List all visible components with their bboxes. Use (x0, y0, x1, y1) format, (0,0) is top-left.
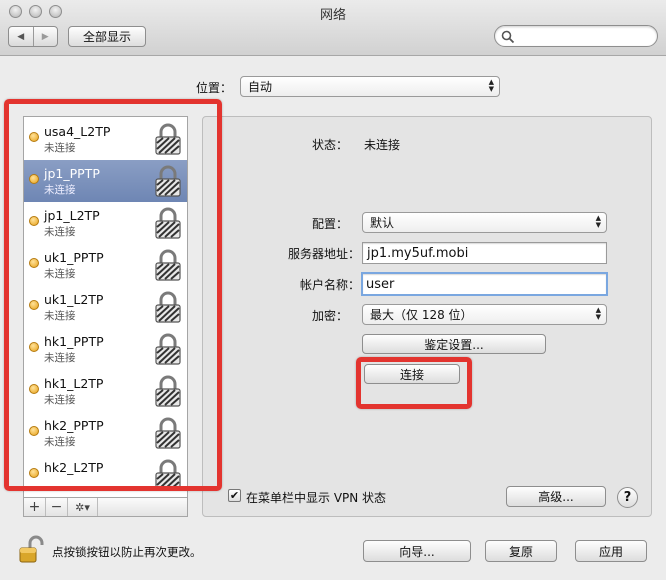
advanced-button[interactable]: 高级... (506, 486, 606, 507)
highlight-box-connect (356, 357, 472, 409)
server-address-label: 服务器地址： (287, 247, 360, 261)
unlocked-padlock-icon[interactable] (18, 535, 44, 565)
account-name-label: 帐户名称： (299, 278, 360, 292)
location-select[interactable]: 自动 ▲ ▼ (240, 76, 500, 97)
config-select[interactable]: 默认 ▲ ▼ (362, 212, 607, 233)
config-value: 默认 (370, 216, 395, 230)
select-arrows-icon: ▲ ▼ (595, 214, 601, 229)
add-service-button[interactable]: + (24, 498, 46, 516)
back-button[interactable]: ◀ (9, 27, 33, 46)
select-arrows-icon: ▲ ▼ (488, 78, 494, 93)
show-all-button[interactable]: 全部显示 (68, 26, 146, 47)
status-label: 状态： (311, 138, 348, 152)
server-address-field[interactable]: jp1.my5uf.mobi (362, 242, 607, 264)
search-input[interactable] (494, 25, 658, 47)
remove-service-button[interactable]: − (46, 498, 68, 516)
highlight-box-service-list (4, 99, 222, 491)
authentication-settings-button[interactable]: 鉴定设置... (362, 334, 546, 354)
location-value: 自动 (248, 80, 273, 94)
back-forward-control: ◀ ▶ (8, 26, 58, 47)
encryption-value: 最大（仅 128 位） (370, 308, 473, 322)
lock-hint-text: 点按锁按钮以防止再次更改。 (52, 545, 202, 559)
status-value: 未连接 (364, 138, 401, 152)
apply-button[interactable]: 应用 (575, 540, 647, 562)
location-label: 位置： (196, 81, 233, 95)
account-name-field[interactable]: user (361, 272, 608, 296)
encryption-label: 加密： (311, 309, 348, 323)
search-icon (501, 30, 515, 44)
config-label: 配置： (311, 217, 348, 231)
encryption-select[interactable]: 最大（仅 128 位） ▲ ▼ (362, 304, 607, 325)
forward-button[interactable]: ▶ (32, 27, 58, 46)
window-title: 网络 (319, 8, 346, 23)
gear-menu-button[interactable]: ✲▾ (68, 498, 98, 516)
select-arrows-icon: ▲ ▼ (595, 306, 601, 321)
window-toolbar: 网络 ◀ ▶ 全部显示 (0, 0, 666, 56)
show-vpn-status-checkbox[interactable]: ✔ (228, 489, 241, 502)
assist-me-button[interactable]: 向导... (363, 540, 471, 562)
revert-button[interactable]: 复原 (485, 540, 557, 562)
service-list-controls: + − ✲▾ (23, 497, 188, 517)
show-vpn-status-label: 在菜单栏中显示 VPN 状态 (246, 491, 387, 505)
help-button[interactable]: ? (617, 487, 638, 508)
